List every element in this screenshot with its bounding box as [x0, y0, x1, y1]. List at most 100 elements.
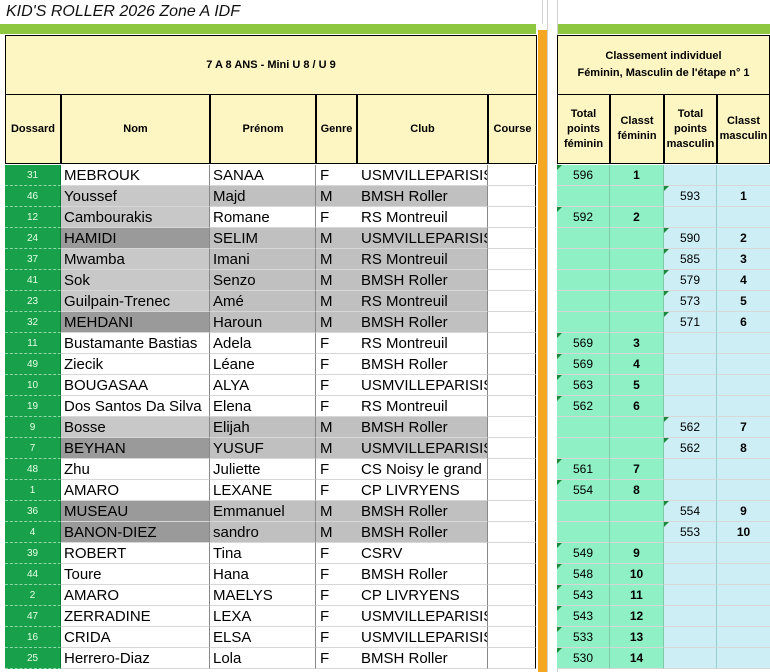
classt-feminin-cell[interactable] [610, 417, 664, 438]
club-cell[interactable]: USMVILLEPARISIS [357, 228, 488, 249]
prenom-cell[interactable]: Amé [210, 291, 316, 312]
dossard-cell[interactable]: 2 [5, 585, 61, 606]
classt-masculin-cell[interactable]: 5 [717, 291, 770, 312]
nom-cell[interactable]: Ziecik [61, 354, 210, 375]
course-cell[interactable] [488, 354, 536, 375]
club-cell[interactable]: BMSH Roller [357, 501, 488, 522]
course-cell[interactable] [488, 270, 536, 291]
classt-masculin-cell[interactable] [717, 627, 770, 648]
total-feminin-cell[interactable] [557, 312, 610, 333]
prenom-cell[interactable]: Juliette [210, 459, 316, 480]
classt-masculin-cell[interactable] [717, 459, 770, 480]
course-cell[interactable] [488, 501, 536, 522]
genre-cell[interactable]: F [316, 648, 357, 669]
classt-feminin-cell[interactable]: 6 [610, 396, 664, 417]
total-feminin-cell[interactable]: 543 [557, 585, 610, 606]
classt-masculin-cell[interactable]: 7 [717, 417, 770, 438]
classt-masculin-cell[interactable] [717, 375, 770, 396]
prenom-cell[interactable]: SANAA [210, 165, 316, 186]
course-cell[interactable] [488, 417, 536, 438]
classt-feminin-cell[interactable] [610, 249, 664, 270]
dossard-cell[interactable]: 10 [5, 375, 61, 396]
dossard-cell[interactable]: 46 [5, 186, 61, 207]
total-feminin-cell[interactable] [557, 228, 610, 249]
classt-feminin-cell[interactable]: 9 [610, 543, 664, 564]
classt-masculin-cell[interactable]: 4 [717, 270, 770, 291]
col-total-feminin[interactable]: Total points féminin [557, 94, 610, 164]
dossard-cell[interactable]: 31 [5, 165, 61, 186]
total-feminin-cell[interactable]: 530 [557, 648, 610, 669]
course-cell[interactable] [488, 207, 536, 228]
total-masculin-cell[interactable] [664, 333, 717, 354]
classt-masculin-cell[interactable] [717, 333, 770, 354]
genre-cell[interactable]: F [316, 606, 357, 627]
course-cell[interactable] [488, 543, 536, 564]
genre-cell[interactable]: M [316, 501, 357, 522]
genre-cell[interactable]: F [316, 627, 357, 648]
classt-feminin-cell[interactable]: 4 [610, 354, 664, 375]
total-masculin-cell[interactable] [664, 459, 717, 480]
prenom-cell[interactable]: Léane [210, 354, 316, 375]
club-cell[interactable]: CS Noisy le grand [357, 459, 488, 480]
nom-cell[interactable]: Guilpain-Trenec [61, 291, 210, 312]
dossard-cell[interactable]: 39 [5, 543, 61, 564]
nom-cell[interactable]: Herrero-Diaz [61, 648, 210, 669]
prenom-cell[interactable]: Senzo [210, 270, 316, 291]
course-cell[interactable] [488, 396, 536, 417]
dossard-cell[interactable]: 41 [5, 270, 61, 291]
nom-cell[interactable]: Mwamba [61, 249, 210, 270]
course-cell[interactable] [488, 438, 536, 459]
classt-masculin-cell[interactable]: 3 [717, 249, 770, 270]
genre-cell[interactable]: F [316, 333, 357, 354]
classt-feminin-cell[interactable] [610, 270, 664, 291]
prenom-cell[interactable]: ELSA [210, 627, 316, 648]
total-feminin-cell[interactable] [557, 291, 610, 312]
genre-cell[interactable]: F [316, 375, 357, 396]
club-cell[interactable]: BMSH Roller [357, 522, 488, 543]
total-masculin-cell[interactable] [664, 543, 717, 564]
prenom-cell[interactable]: LEXANE [210, 480, 316, 501]
total-feminin-cell[interactable]: 543 [557, 606, 610, 627]
course-cell[interactable] [488, 648, 536, 669]
nom-cell[interactable]: HAMIDI [61, 228, 210, 249]
genre-cell[interactable]: F [316, 564, 357, 585]
genre-cell[interactable]: M [316, 522, 357, 543]
classt-masculin-cell[interactable] [717, 543, 770, 564]
genre-cell[interactable]: M [316, 291, 357, 312]
total-masculin-cell[interactable]: 579 [664, 270, 717, 291]
nom-cell[interactable]: BEYHAN [61, 438, 210, 459]
genre-cell[interactable]: F [316, 396, 357, 417]
classt-feminin-cell[interactable] [610, 522, 664, 543]
classt-masculin-cell[interactable]: 10 [717, 522, 770, 543]
total-feminin-cell[interactable]: 596 [557, 165, 610, 186]
classt-masculin-cell[interactable] [717, 207, 770, 228]
total-masculin-cell[interactable]: 562 [664, 417, 717, 438]
total-masculin-cell[interactable] [664, 585, 717, 606]
genre-cell[interactable]: M [316, 312, 357, 333]
classt-masculin-cell[interactable] [717, 165, 770, 186]
total-masculin-cell[interactable]: 573 [664, 291, 717, 312]
course-cell[interactable] [488, 522, 536, 543]
club-cell[interactable]: USMVILLEPARISIS [357, 375, 488, 396]
prenom-cell[interactable]: YUSUF [210, 438, 316, 459]
club-cell[interactable]: USMVILLEPARISIS [357, 627, 488, 648]
classt-masculin-cell[interactable] [717, 480, 770, 501]
dossard-cell[interactable]: 44 [5, 564, 61, 585]
dossard-cell[interactable]: 12 [5, 207, 61, 228]
club-cell[interactable]: CP LIVRYENS [357, 480, 488, 501]
course-cell[interactable] [488, 459, 536, 480]
club-cell[interactable]: BMSH Roller [357, 186, 488, 207]
nom-cell[interactable]: ZERRADINE [61, 606, 210, 627]
nom-cell[interactable]: MEHDANI [61, 312, 210, 333]
nom-cell[interactable]: ROBERT [61, 543, 210, 564]
club-cell[interactable]: BMSH Roller [357, 312, 488, 333]
classt-masculin-cell[interactable] [717, 606, 770, 627]
club-cell[interactable]: BMSH Roller [357, 354, 488, 375]
total-masculin-cell[interactable] [664, 165, 717, 186]
dossard-cell[interactable]: 32 [5, 312, 61, 333]
club-cell[interactable]: RS Montreuil [357, 249, 488, 270]
prenom-cell[interactable]: Elena [210, 396, 316, 417]
col-total-masculin[interactable]: Total points masculin [664, 94, 717, 164]
club-cell[interactable]: BMSH Roller [357, 270, 488, 291]
classt-masculin-cell[interactable]: 9 [717, 501, 770, 522]
